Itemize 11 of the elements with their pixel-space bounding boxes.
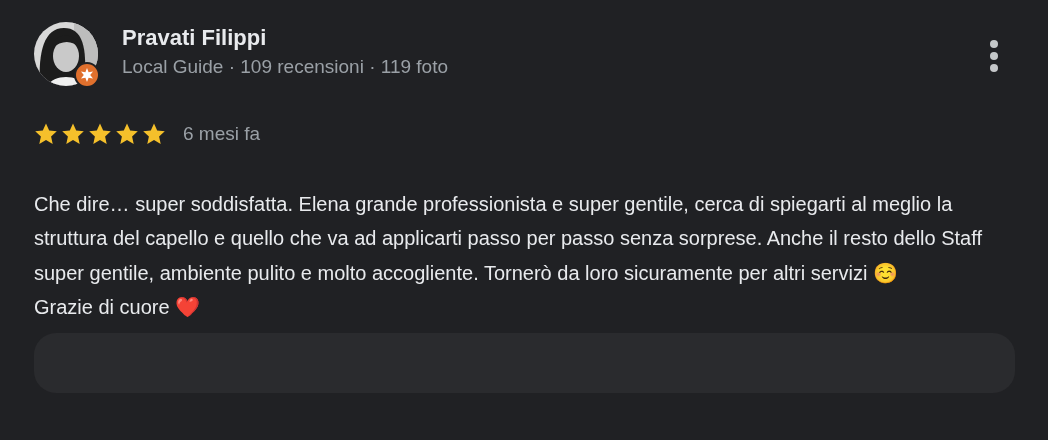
author-name[interactable]: Pravati Filippi (122, 25, 982, 51)
star-icon (115, 122, 139, 147)
review-time: 6 mesi fa (183, 122, 261, 146)
review-text: Grazie di cuore ❤ (34, 295, 202, 320)
review-text: Che dire… super soddisfatta. Elena grande professionista e super gentile, cerca di spiegarti al meglio la struttura del capello e quello che va ad applicarti passo per passo senza sorprese. Anche il resto dello Staff super gentile, ambiente pulito e molto accogliente. Tornerò da loro sicuramente per altri servizi ☺ (34, 191, 983, 286)
local-guide-badge-icon (74, 62, 100, 88)
star-icon (142, 122, 166, 147)
star-icon (34, 122, 58, 147)
author-meta: Local Guide · 109 recensioni · 119 foto (122, 55, 449, 79)
star-icon (61, 122, 85, 147)
star-icon (88, 122, 112, 147)
